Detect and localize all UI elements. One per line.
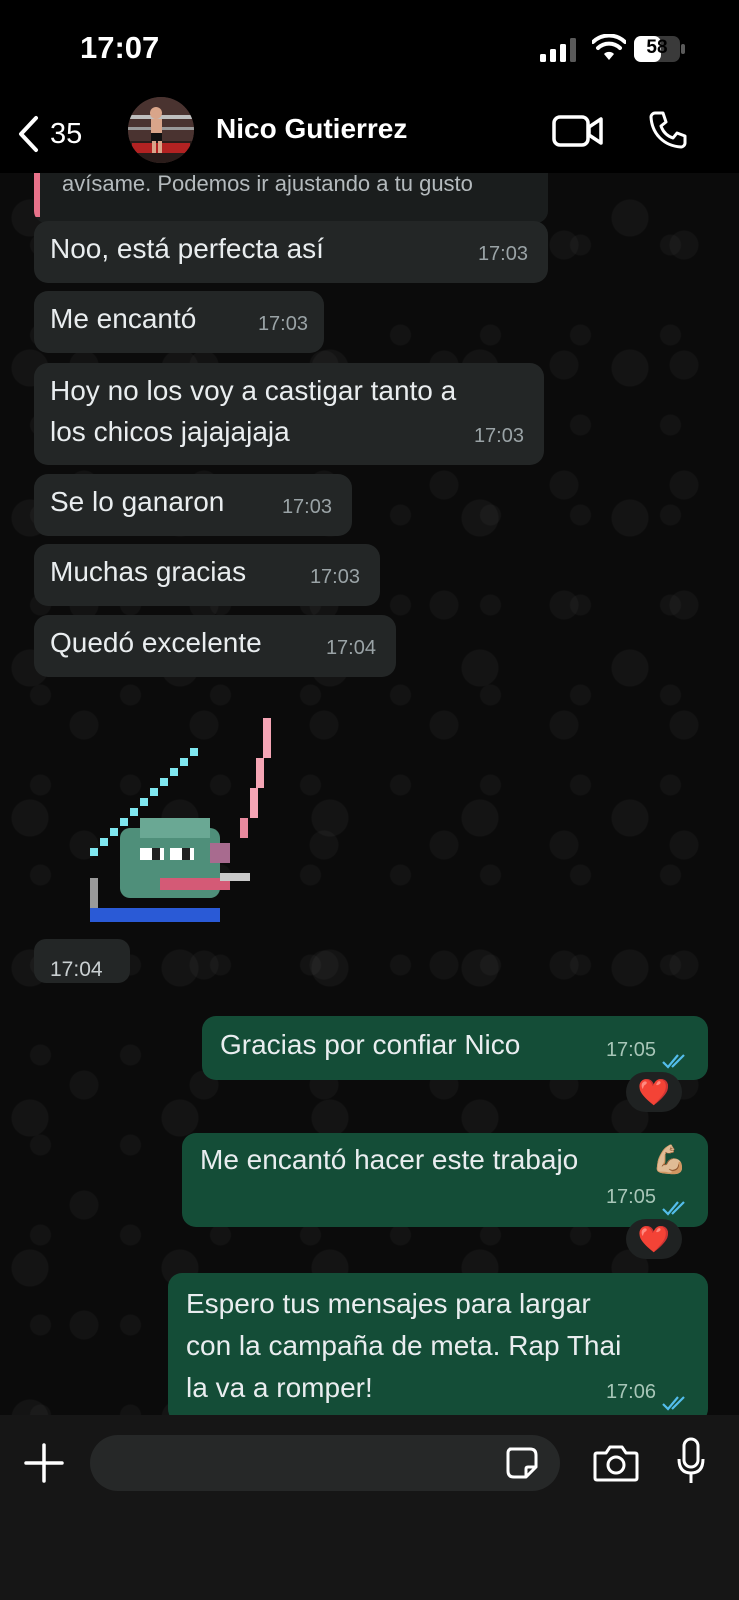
quoted-text: avísame. Podemos ir ajustando a tu gusto [62, 173, 473, 196]
heart-reaction-icon: ❤️ [637, 1076, 671, 1107]
chat-header: 35 Nico Gutierrez [0, 95, 739, 173]
message-bubble-outgoing[interactable]: Espero tus mensajes para largar con la c… [168, 1273, 708, 1423]
message-bubble-incoming[interactable]: Noo, está perfecta así 17:03 [34, 221, 548, 283]
pepe-pixel-sticker[interactable] [60, 708, 290, 928]
double-check-icon [662, 1396, 685, 1411]
message-list[interactable]: avísame. Podemos ir ajustando a tu gusto… [0, 173, 739, 1445]
message-text-line: Hoy no los voy a castigar tanto a [50, 375, 457, 406]
status-time: 17:07 [80, 30, 160, 65]
message-time: 17:03 [281, 496, 332, 518]
plus-icon[interactable] [24, 1443, 64, 1483]
phone-icon[interactable] [648, 110, 688, 150]
message-bubble-outgoing[interactable]: Gracias por confiar Nico 17:05 [202, 1016, 708, 1080]
back-button[interactable]: 35 [16, 109, 82, 159]
composer-bar [0, 1415, 739, 1600]
message-time: 17:04 [50, 958, 103, 981]
message-text: Se lo ganaron [50, 486, 225, 517]
message-text-line: la va a romper! [186, 1372, 373, 1403]
message-text-line: con la campaña de meta. Rap Thai [186, 1330, 622, 1361]
camera-icon[interactable] [593, 1443, 639, 1483]
message-text-line: Espero tus mensajes para largar [186, 1288, 591, 1319]
message-text: Quedó excelente [50, 627, 262, 658]
battery-indicator: 58 [634, 36, 686, 62]
message-time: 17:05 [605, 1186, 656, 1208]
status-bar: 17:07 58 [0, 0, 739, 95]
microphone-icon[interactable] [676, 1437, 706, 1487]
message-text: Muchas gracias [50, 556, 247, 587]
flexed-biceps-emoji: 💪🏼 [652, 1144, 687, 1175]
avatar[interactable] [128, 97, 194, 163]
double-check-icon [662, 1201, 685, 1216]
message-input[interactable] [90, 1435, 560, 1491]
message-time: 17:03 [477, 243, 528, 265]
reaction-badge[interactable]: ❤️ [626, 1219, 682, 1259]
double-check-icon [662, 1054, 685, 1069]
message-time: 17:03 [309, 566, 360, 588]
message-bubble-incoming[interactable]: Hoy no los voy a castigar tanto a los ch… [34, 363, 544, 465]
contact-name[interactable]: Nico Gutierrez [216, 113, 407, 145]
message-text: Gracias por confiar Nico [220, 1029, 521, 1060]
battery-level: 58 [646, 37, 668, 58]
message-bubble-incoming[interactable]: Me encantó 17:03 [34, 291, 324, 353]
reaction-badge[interactable]: ❤️ [626, 1072, 682, 1112]
wifi-icon [592, 34, 626, 60]
message-time: 17:05 [605, 1039, 656, 1061]
message-bubble-outgoing[interactable]: Me encantó hacer este trabajo 💪🏼 17:05 [182, 1133, 708, 1227]
message-bubble-incoming[interactable]: Muchas gracias 17:03 [34, 544, 380, 606]
quoted-message[interactable]: avísame. Podemos ir ajustando a tu gusto [34, 173, 548, 223]
message-time: 17:03 [473, 425, 524, 447]
chevron-left-icon [19, 116, 38, 152]
message-time: 17:06 [605, 1381, 656, 1403]
message-text-line: los chicos jajajajaja [50, 416, 290, 447]
message-bubble-incoming[interactable]: Quedó excelente 17:04 [34, 615, 396, 677]
unread-count: 35 [50, 117, 83, 150]
video-call-icon[interactable] [552, 113, 604, 149]
sticker-time-chip: 17:04 [34, 939, 130, 983]
heart-reaction-icon: ❤️ [637, 1223, 671, 1254]
message-bubble-incoming[interactable]: Se lo ganaron 17:03 [34, 474, 352, 536]
message-text: Me encantó hacer este trabajo [200, 1144, 579, 1175]
message-time: 17:03 [257, 313, 308, 335]
message-text: Noo, está perfecta así [50, 233, 324, 264]
signal-icon [540, 38, 576, 62]
sticker-icon[interactable] [504, 1445, 540, 1481]
message-text: Me encantó [50, 303, 197, 334]
quote-accent-bar [34, 173, 40, 217]
message-time: 17:04 [325, 637, 376, 659]
